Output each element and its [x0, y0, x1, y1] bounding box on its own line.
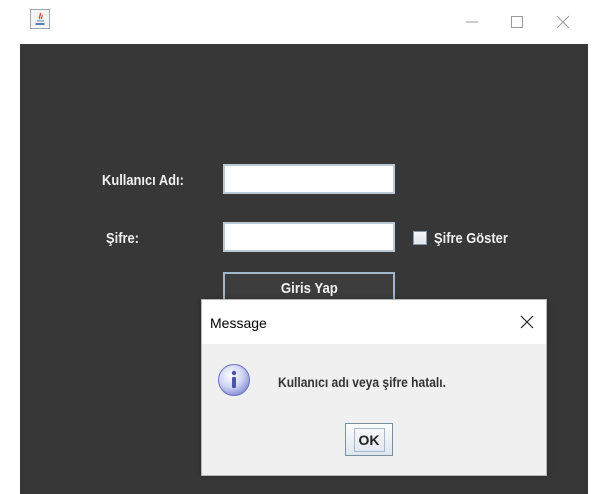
- password-field[interactable]: [223, 222, 395, 252]
- close-button[interactable]: [541, 0, 585, 44]
- show-password-label[interactable]: Şifre Göster: [434, 230, 508, 247]
- password-label: Şifre:: [106, 230, 139, 247]
- maximize-button[interactable]: [495, 0, 539, 44]
- dialog-close-icon[interactable]: [516, 311, 538, 333]
- minimize-icon: [466, 21, 478, 23]
- dialog-title-bar[interactable]: Message: [202, 300, 546, 344]
- close-icon: [556, 15, 570, 29]
- info-icon: [218, 364, 250, 396]
- dialog-title: Message: [210, 315, 267, 331]
- message-dialog: Message Kullanıcı adı veya şifre hatalı.…: [201, 299, 547, 476]
- username-label: Kullanıcı Adı:: [102, 172, 184, 189]
- title-bar[interactable]: [0, 0, 607, 44]
- maximize-icon: [511, 16, 523, 28]
- minimize-button[interactable]: [450, 0, 494, 44]
- ok-button-label: OK: [353, 427, 385, 452]
- main-window: Kullanıcı Adı: Şifre: Şifre Göster Giris…: [0, 0, 607, 494]
- show-password-checkbox[interactable]: [413, 231, 427, 245]
- login-button-label: Giris Yap: [280, 280, 338, 297]
- username-field[interactable]: [223, 164, 395, 194]
- java-icon: [30, 9, 50, 29]
- ok-button[interactable]: OK: [345, 423, 393, 456]
- dialog-message: Kullanıcı adı veya şifre hatalı.: [278, 374, 446, 390]
